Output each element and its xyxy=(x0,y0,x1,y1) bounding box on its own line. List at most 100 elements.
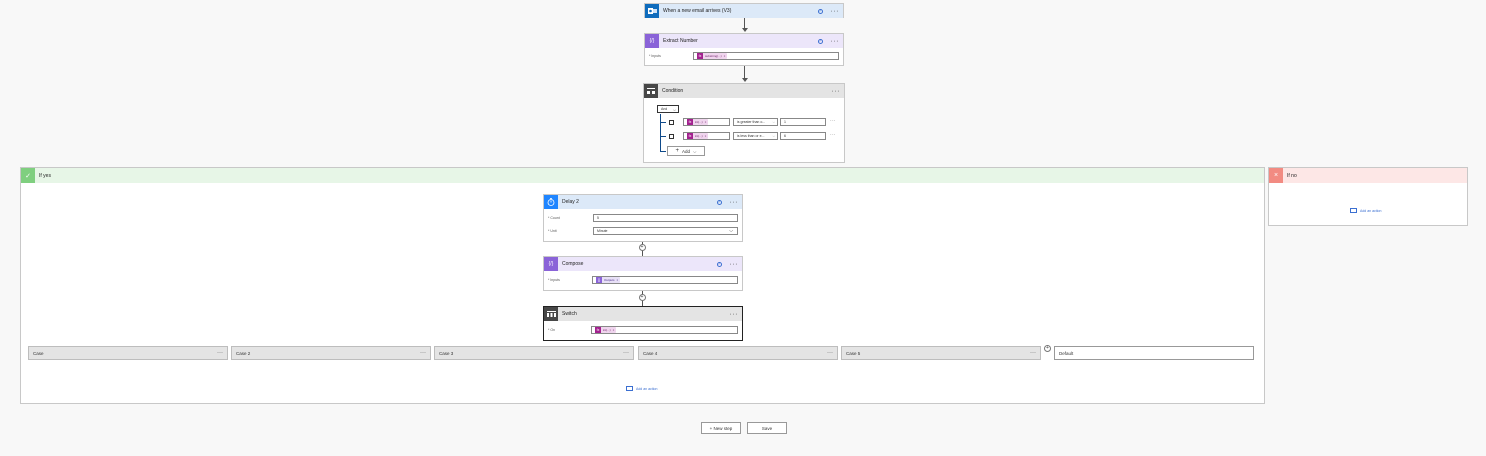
extract-title: Extract Number xyxy=(663,38,698,44)
fx-icon: fx xyxy=(687,119,693,125)
outputs-token[interactable]: {} Outputs × xyxy=(596,277,621,283)
default-case-card[interactable]: Default xyxy=(1054,346,1254,360)
remove-token-icon[interactable]: × xyxy=(705,120,707,124)
condition-left-operand[interactable]: fx int(...) × xyxy=(683,118,730,126)
expression-token[interactable]: fx int(...) × xyxy=(687,119,709,125)
inputs-field[interactable]: {} Outputs × xyxy=(592,276,738,284)
row-more-icon[interactable]: ··· xyxy=(830,118,836,124)
help-icon[interactable]: ? xyxy=(817,8,823,14)
group-operator-select[interactable]: And ⌵ xyxy=(657,105,679,113)
more-options-icon[interactable]: ··· xyxy=(730,311,739,318)
close-icon: × xyxy=(1269,168,1283,183)
condition-value-field[interactable]: 6 xyxy=(780,132,826,140)
new-step-button[interactable]: + New step xyxy=(701,422,741,434)
expression-token[interactable]: fx substring(...) × xyxy=(697,53,728,59)
more-options-icon[interactable]: ··· xyxy=(730,261,739,268)
case-card[interactable]: Case 2 ··· xyxy=(231,346,431,360)
row-checkbox[interactable] xyxy=(669,120,674,125)
inputs-label: * Inputs xyxy=(649,54,661,58)
fx-icon: fx xyxy=(595,327,601,333)
on-label: * On xyxy=(548,328,556,332)
remove-token-icon[interactable]: × xyxy=(724,54,726,58)
fx-icon: fx xyxy=(687,133,693,139)
switch-icon xyxy=(544,307,558,321)
condition-operator-select[interactable]: is greater than o... ⌵ xyxy=(733,118,778,126)
row-more-icon[interactable]: ··· xyxy=(830,132,836,138)
if-yes-add-action-link[interactable]: Add an action xyxy=(626,386,657,391)
inputs-field[interactable]: fx substring(...) × xyxy=(693,52,839,60)
more-options-icon[interactable]: ··· xyxy=(623,350,629,356)
add-action-icon xyxy=(626,386,633,391)
more-options-icon[interactable]: ··· xyxy=(1030,350,1036,356)
delay-card[interactable]: Delay 2 ? ··· * Count 5 * Unit Minute ⌵ xyxy=(543,194,743,242)
expression-token[interactable]: fx int(...) × xyxy=(595,327,617,333)
if-no-add-action-link[interactable]: Add an action xyxy=(1350,208,1381,213)
group-bracket-tick xyxy=(660,136,666,137)
expression-icon: {/} xyxy=(645,34,659,48)
switch-title: Switch xyxy=(562,311,577,317)
plus-icon: + xyxy=(675,148,680,154)
condition-icon xyxy=(644,84,658,98)
switch-card[interactable]: Switch ··· * On fx int(...) × xyxy=(543,306,743,341)
help-icon[interactable]: ? xyxy=(716,199,722,205)
chevron-down-icon: ⌵ xyxy=(772,134,775,138)
extract-number-card[interactable]: {/} Extract Number ? ··· * Inputs fx sub… xyxy=(644,33,844,66)
help-icon[interactable]: ? xyxy=(716,261,722,267)
insert-step-icon[interactable]: + xyxy=(638,244,646,251)
compose-title: Compose xyxy=(562,261,584,267)
more-options-icon[interactable]: ··· xyxy=(831,8,840,15)
add-action-icon xyxy=(1350,208,1357,213)
help-icon[interactable]: ? xyxy=(817,38,823,44)
condition-operator-select[interactable]: is less than or e... ⌵ xyxy=(733,132,778,140)
group-bracket-tick xyxy=(660,122,666,123)
more-options-icon[interactable]: ··· xyxy=(420,350,426,356)
trigger-card[interactable]: When a new email arrives (V3) ? ··· xyxy=(644,3,844,18)
on-field[interactable]: fx int(...) × xyxy=(591,326,738,334)
add-case-icon[interactable]: + xyxy=(1044,345,1051,352)
group-bracket-tick xyxy=(660,151,666,152)
row-checkbox[interactable] xyxy=(669,134,674,139)
connector-arrow-icon xyxy=(741,78,748,82)
chevron-down-icon: ⌵ xyxy=(693,148,697,154)
insert-step-icon[interactable]: + xyxy=(638,294,646,301)
chevron-down-icon: ⌵ xyxy=(672,106,676,112)
timer-icon xyxy=(544,195,558,209)
inputs-label: * Inputs xyxy=(548,278,560,282)
count-field[interactable]: 5 xyxy=(593,214,738,222)
more-options-icon[interactable]: ··· xyxy=(730,199,739,206)
outlook-icon xyxy=(645,4,659,18)
if-yes-label: If yes xyxy=(39,172,51,179)
add-condition-button[interactable]: + Add ⌵ xyxy=(667,146,705,156)
case-card[interactable]: Case 4 ··· xyxy=(638,346,838,360)
expression-token[interactable]: fx int(...) × xyxy=(687,133,709,139)
more-options-icon[interactable]: ··· xyxy=(831,38,840,45)
expression-icon: {/} xyxy=(544,257,558,271)
chevron-down-icon: ⌵ xyxy=(772,120,775,124)
check-icon: ✓ xyxy=(21,168,35,183)
more-options-icon[interactable]: ··· xyxy=(832,88,841,95)
unit-select[interactable]: Minute ⌵ xyxy=(593,227,738,235)
case-card[interactable]: Case ··· xyxy=(28,346,228,360)
count-label: * Count xyxy=(548,216,560,220)
trigger-title: When a new email arrives (V3) xyxy=(663,8,732,14)
condition-title: Condition xyxy=(662,88,684,94)
case-card[interactable]: Case 3 ··· xyxy=(434,346,634,360)
group-bracket xyxy=(660,114,666,152)
delay-title: Delay 2 xyxy=(562,199,579,205)
if-no-label: If no xyxy=(1287,172,1297,179)
remove-token-icon[interactable]: × xyxy=(617,278,619,282)
connector-arrow-icon xyxy=(741,28,748,32)
condition-left-operand[interactable]: fx int(...) × xyxy=(683,132,730,140)
unit-label: * Unit xyxy=(548,229,557,233)
more-options-icon[interactable]: ··· xyxy=(827,350,833,356)
remove-token-icon[interactable]: × xyxy=(613,328,615,332)
compose-card[interactable]: {/} Compose ? ··· * Inputs {} Outputs × xyxy=(543,256,743,291)
if-no-branch: × If no xyxy=(1268,167,1468,226)
save-button[interactable]: Save xyxy=(747,422,787,434)
remove-token-icon[interactable]: × xyxy=(705,134,707,138)
condition-value-field[interactable]: 1 xyxy=(780,118,826,126)
more-options-icon[interactable]: ··· xyxy=(217,350,223,356)
condition-card[interactable]: Condition ··· And ⌵ fx int(...) × is gre… xyxy=(643,83,845,163)
fx-icon: fx xyxy=(697,53,703,59)
case-card[interactable]: Case 5 ··· xyxy=(841,346,1041,360)
